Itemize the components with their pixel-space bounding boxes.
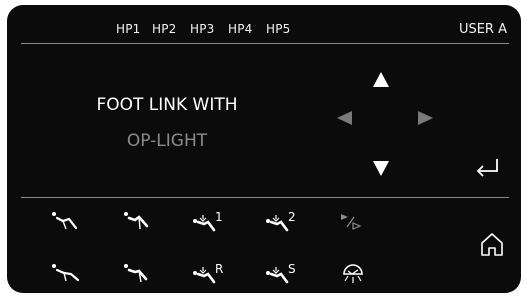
hp4-button[interactable]: HP4 [228, 22, 253, 36]
chair-program-icon[interactable]: 2 [264, 209, 298, 235]
hp2-button[interactable]: HP2 [152, 22, 177, 36]
chair-program-icon[interactable]: 1 [191, 209, 225, 235]
page-subtitle: OP-LIGHT [126, 131, 208, 151]
chair-position-icon[interactable] [49, 209, 83, 235]
enter-icon[interactable] [473, 156, 503, 178]
arrow-left-button[interactable] [337, 111, 352, 125]
arrow-right-button[interactable] [418, 111, 433, 125]
chair-program-icon[interactable]: R [191, 261, 225, 287]
program-label: 1 [215, 210, 223, 224]
op-light-icon[interactable] [337, 261, 371, 287]
hp5-button[interactable]: HP5 [266, 22, 291, 36]
toolbar-divider [21, 197, 509, 198]
hp1-button[interactable]: HP1 [116, 22, 141, 36]
chair-program-icon[interactable]: S [264, 261, 298, 287]
chair-position-icon[interactable] [49, 261, 83, 287]
program-label: S [288, 262, 296, 276]
chair-position-icon[interactable] [121, 261, 155, 287]
header-divider [21, 43, 509, 44]
page-title: FOOT LINK WITH [96, 95, 238, 115]
home-icon[interactable] [479, 231, 505, 257]
play-step-icon[interactable] [337, 209, 371, 235]
program-label: R [215, 262, 223, 276]
arrow-down-button[interactable] [373, 161, 389, 176]
chair-position-icon[interactable] [121, 209, 155, 235]
program-label: 2 [288, 210, 296, 224]
hp3-button[interactable]: HP3 [190, 22, 215, 36]
arrow-up-button[interactable] [373, 72, 389, 87]
user-label[interactable]: USER A [459, 22, 507, 37]
control-panel: HP1 HP2 HP3 HP4 HP5 USER A FOOT LINK WIT… [7, 5, 521, 293]
